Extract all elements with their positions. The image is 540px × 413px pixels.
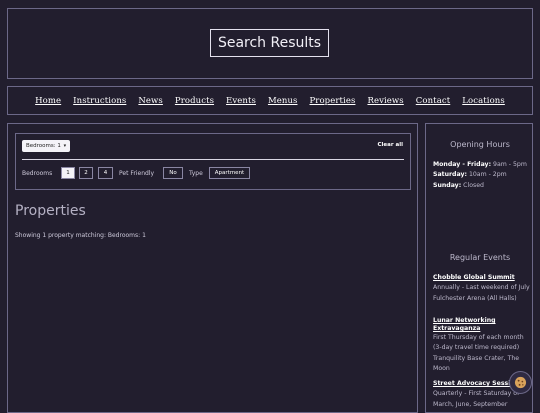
- bedrooms-label: Bedrooms: [22, 170, 53, 177]
- nav-contact[interactable]: Contact: [416, 96, 450, 106]
- pet-friendly-label: Pet Friendly: [119, 170, 155, 177]
- active-filter-label: Bedrooms: 1: [26, 143, 61, 149]
- event-title-link[interactable]: Lunar Networking Extravaganza: [433, 317, 503, 333]
- bedrooms-option-4[interactable]: 4: [98, 167, 113, 179]
- nav-news[interactable]: News: [138, 96, 163, 106]
- event-title-link[interactable]: Chobble Global Summit: [433, 273, 529, 283]
- site-header: Search Results: [7, 8, 533, 79]
- type-option[interactable]: Apartment: [209, 167, 250, 179]
- opening-hours-heading: Opening Hours: [450, 140, 510, 149]
- bedrooms-option-2[interactable]: 2: [79, 167, 93, 179]
- cookie-icon: [514, 376, 527, 389]
- results-count: Showing 1 property matching: Bedrooms: 1: [15, 232, 146, 239]
- properties-heading: Properties: [15, 203, 86, 219]
- active-filter-bedrooms[interactable]: Bedrooms: 1 ▾: [22, 140, 71, 152]
- opening-hours-list: Monday - Friday: 9am - 5pm Saturday: 10a…: [433, 160, 533, 191]
- page-title: Search Results: [210, 29, 329, 57]
- nav-products[interactable]: Products: [175, 96, 214, 106]
- nav-menus[interactable]: Menus: [268, 96, 298, 106]
- filter-panel: Bedrooms: 1 ▾ Clear all Bedrooms 1 2 4 P…: [15, 133, 411, 190]
- hours-row: Saturday: 10am - 2pm: [433, 171, 507, 179]
- filter-divider: [22, 159, 404, 160]
- pet-friendly-option[interactable]: No: [163, 167, 183, 179]
- nav-properties[interactable]: Properties: [309, 96, 355, 106]
- nav-reviews[interactable]: Reviews: [367, 96, 403, 106]
- sidebar: Opening Hours Monday - Friday: 9am - 5pm…: [425, 123, 533, 413]
- clear-all-link[interactable]: Clear all: [378, 142, 403, 148]
- cookie-settings-button[interactable]: [509, 371, 532, 394]
- regular-events-heading: Regular Events: [449, 253, 511, 262]
- main-content: Bedrooms: 1 ▾ Clear all Bedrooms 1 2 4 P…: [7, 123, 418, 413]
- nav-instructions[interactable]: Instructions: [73, 96, 126, 106]
- nav-events[interactable]: Events: [226, 96, 256, 106]
- main-nav: Home Instructions News Products Events M…: [7, 86, 533, 115]
- hours-row: Monday - Friday: 9am - 5pm: [433, 161, 527, 168]
- type-label: Type: [189, 170, 203, 177]
- nav-locations[interactable]: Locations: [462, 96, 505, 106]
- event-item: Chobble Global Summit Annually - Last we…: [433, 273, 530, 302]
- event-item: Lunar Networking Extravaganza First Thur…: [433, 317, 524, 373]
- bedrooms-option-1[interactable]: 1: [61, 167, 75, 179]
- nav-home[interactable]: Home: [35, 96, 61, 106]
- hours-row: Sunday: Closed: [433, 181, 484, 189]
- chevron-down-icon: ▾: [63, 143, 67, 149]
